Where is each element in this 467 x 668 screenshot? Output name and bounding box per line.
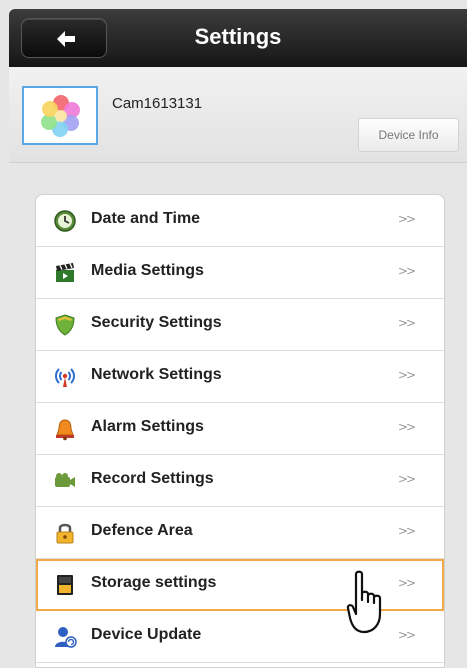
bell-icon xyxy=(56,419,74,441)
menu-item-alarm-settings[interactable]: Alarm Settings >> xyxy=(36,403,444,455)
menu-item-label: Record Settings xyxy=(91,470,214,487)
lock-icon xyxy=(56,523,74,544)
chevron-right-icon: >> xyxy=(397,524,416,538)
menu-item-label: Defence Area xyxy=(91,522,193,539)
chevron-right-icon: >> xyxy=(397,576,416,590)
menu-item-label: Network Settings xyxy=(91,366,222,383)
page-title: Settings xyxy=(194,24,282,49)
menu-item-label: Storage settings xyxy=(91,574,217,591)
chevron-right-icon: >> xyxy=(397,368,416,382)
menu-item-defence-area[interactable]: Defence Area >> xyxy=(36,507,444,559)
video-camera-icon xyxy=(55,473,75,487)
clapperboard-icon xyxy=(56,263,74,282)
device-header: Cam1613131 Device Info xyxy=(9,67,467,163)
chevron-right-icon: >> xyxy=(397,316,416,330)
top-bar: Settings xyxy=(9,9,467,67)
flower-app-icon xyxy=(41,95,80,137)
menu-item-label: Date and Time xyxy=(91,210,201,227)
chevron-right-icon: >> xyxy=(397,212,416,226)
clock-icon xyxy=(54,210,76,232)
chevron-right-icon: >> xyxy=(397,472,416,486)
menu-item-media-settings[interactable]: Media Settings >> xyxy=(36,247,444,299)
device-info-button[interactable]: Device Info xyxy=(358,118,459,152)
user-update-icon xyxy=(55,627,77,648)
menu-item-record-settings[interactable]: Record Settings >> xyxy=(36,455,444,507)
menu-item-storage-settings[interactable]: Storage settings >> xyxy=(36,559,444,611)
settings-menu: Date and Time >> Media Settings >> Secur… xyxy=(35,194,445,668)
chevron-right-icon: >> xyxy=(397,264,416,278)
menu-item-label: Media Settings xyxy=(91,262,204,279)
antenna-icon xyxy=(55,368,75,387)
menu-item-network-settings[interactable]: Network Settings >> xyxy=(36,351,444,403)
device-name: Cam1613131 xyxy=(112,95,203,112)
menu-item-label: Alarm Settings xyxy=(91,418,204,435)
menu-item-label: Device Update xyxy=(91,626,202,643)
chevron-right-icon: >> xyxy=(397,628,416,642)
avatar[interactable] xyxy=(22,86,98,145)
menu-item-date-and-time[interactable]: Date and Time >> xyxy=(36,195,444,247)
menu-item-security-settings[interactable]: Security Settings >> xyxy=(36,299,444,351)
menu-item-label: Security Settings xyxy=(91,314,222,331)
menu-item-device-update[interactable]: Device Update >> xyxy=(36,611,444,663)
shield-icon xyxy=(55,314,75,336)
chevron-right-icon: >> xyxy=(397,420,416,434)
sd-card-icon xyxy=(57,575,73,595)
